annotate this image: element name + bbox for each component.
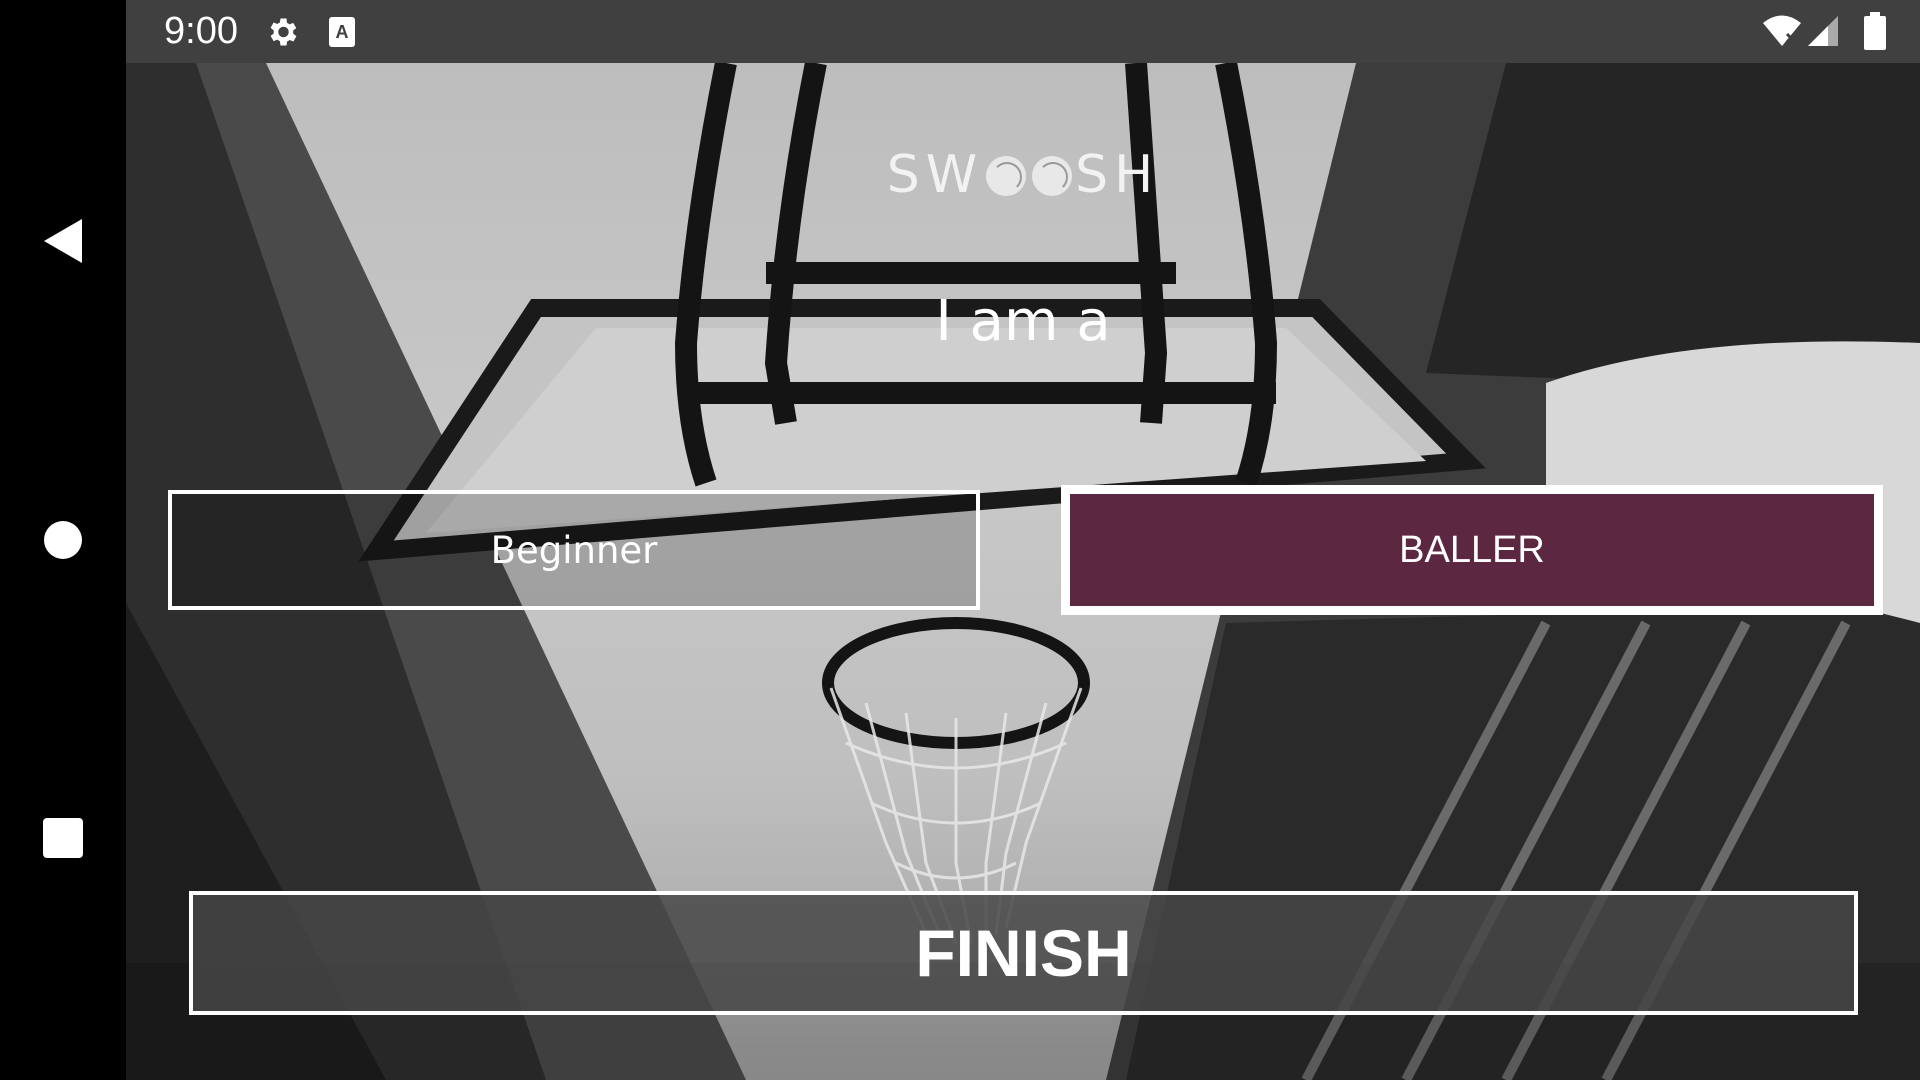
baller-button-label: BALLER [1399, 528, 1545, 571]
finish-button[interactable]: FINISH [189, 891, 1858, 1015]
battery-icon [1864, 12, 1886, 50]
beginner-button-label: Beginner [490, 528, 658, 572]
logo-text-end: SH [1075, 145, 1160, 205]
baller-button[interactable]: BALLER [1061, 485, 1883, 615]
gear-icon [270, 18, 297, 46]
level-prompt: I am a [935, 289, 1111, 354]
logo-text-start: SW [886, 145, 984, 205]
basketball-icon [986, 156, 1027, 196]
status-bar: 9:00 A [126, 0, 1920, 63]
wifi-icon [1763, 15, 1801, 46]
home-icon [44, 521, 82, 559]
navigation-bar [0, 0, 126, 1080]
recents-button[interactable] [0, 783, 126, 893]
app-screen: SW SH I am a Beginner BALLER FINISH [126, 63, 1920, 1080]
back-icon [44, 219, 82, 263]
beginner-button[interactable]: Beginner [168, 490, 980, 610]
back-button[interactable] [0, 186, 126, 296]
app-logo: SW SH [126, 145, 1920, 205]
status-time: 9:00 [164, 10, 238, 52]
finish-button-label: FINISH [915, 916, 1132, 990]
svg-text:A: A [336, 22, 349, 42]
home-button[interactable] [0, 485, 126, 595]
signal-icon [1808, 16, 1838, 46]
basketball-icon [1032, 156, 1073, 196]
keyboard-a-icon: A [329, 17, 355, 47]
recents-icon [43, 818, 83, 858]
